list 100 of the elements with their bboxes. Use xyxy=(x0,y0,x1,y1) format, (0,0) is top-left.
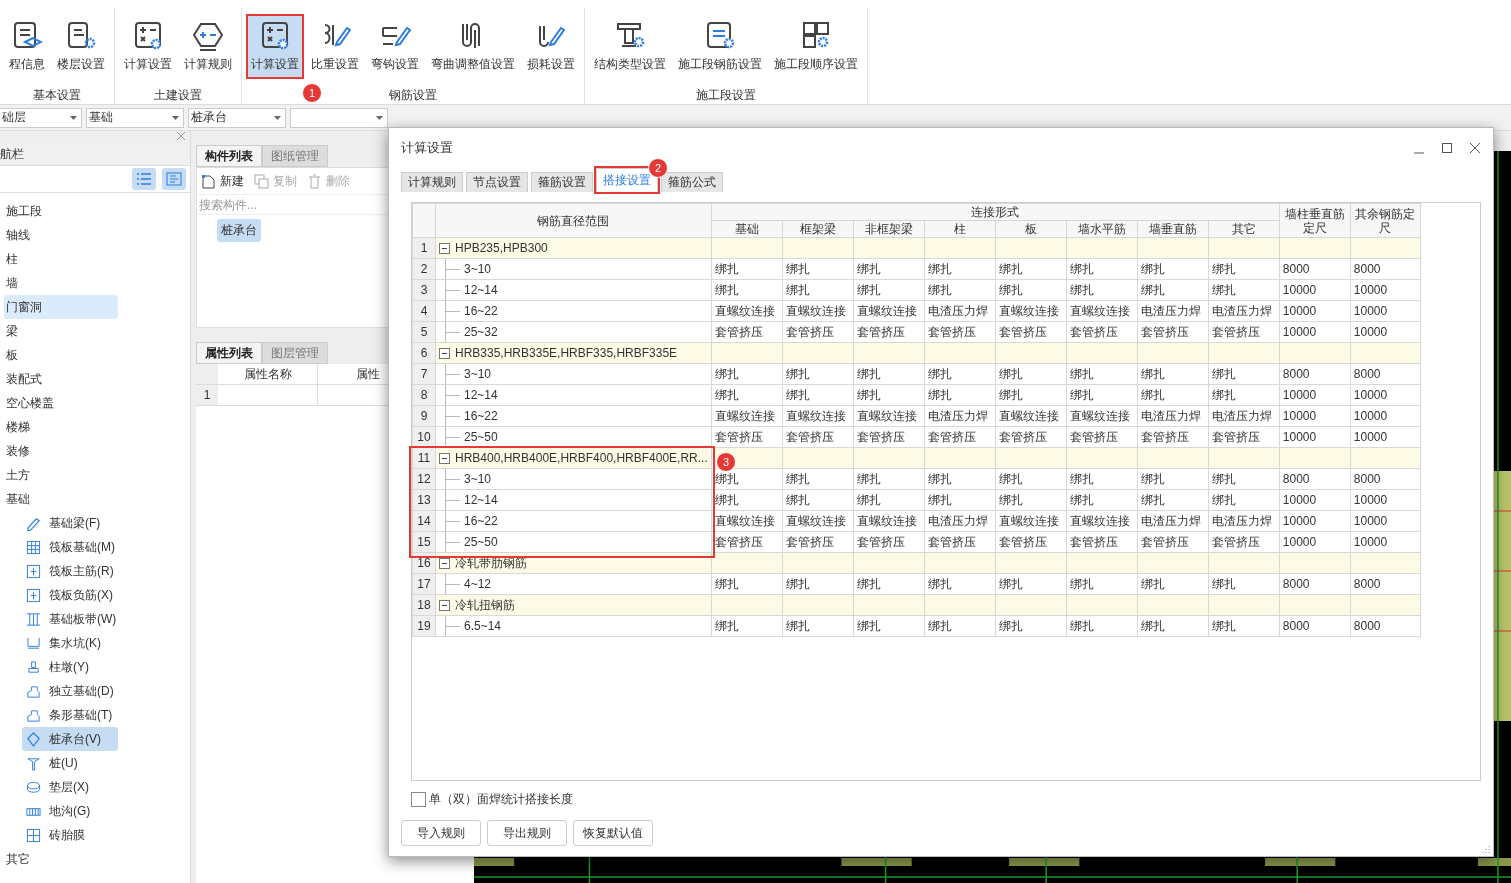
dialog-button[interactable]: 导入规则 xyxy=(401,820,481,846)
collapse-icon[interactable] xyxy=(439,599,450,611)
table-cell: 绑扎 xyxy=(1137,615,1209,637)
toolbar-button[interactable]: 新建 xyxy=(201,172,244,190)
nav-item[interactable]: 门窗洞 xyxy=(4,295,118,319)
table-cell: HRB400,HRB400E,HRBF400,HRBF400E,RR... xyxy=(455,451,708,465)
nav-item[interactable]: 装配式 xyxy=(4,367,114,391)
diamond-icon xyxy=(26,731,41,747)
nav-item[interactable]: 装修 xyxy=(4,439,114,463)
table-cell: 绑扎 xyxy=(1137,384,1209,406)
dialog-tab[interactable]: 箍筋公式 xyxy=(661,172,723,192)
disc-icon xyxy=(26,779,41,795)
nav-item[interactable]: 梁 xyxy=(4,319,114,343)
table-cell: 绑扎 xyxy=(1208,615,1280,637)
ribbon-button[interactable]: 施工段钢筋设置 xyxy=(673,14,767,79)
table-cell: 直螺纹连接 xyxy=(1066,300,1138,322)
table-cell: 绑扎 xyxy=(1208,258,1280,280)
collapse-icon[interactable] xyxy=(439,242,450,254)
table-cell: 绑扎 xyxy=(1066,615,1138,637)
table-cell: 10000 xyxy=(1279,510,1351,532)
table-cell: 8000 xyxy=(1350,258,1421,280)
nav-item[interactable]: 基础 xyxy=(4,487,114,511)
row-number: 10 xyxy=(417,430,431,444)
table-cell: 直螺纹连接 xyxy=(995,300,1067,322)
dialog-tab[interactable]: 节点设置 xyxy=(466,172,528,192)
dialog-button[interactable]: 恢复默认值 xyxy=(573,820,653,846)
dialog-tab[interactable]: 计算规则 xyxy=(401,172,463,192)
collapse-icon[interactable] xyxy=(439,452,450,464)
nav-item[interactable]: 独立基础(D) xyxy=(22,679,118,703)
table-cell: 直螺纹连接 xyxy=(995,405,1067,427)
column-header: 其它 xyxy=(1231,222,1256,236)
table-cell: 套管挤压 xyxy=(711,321,783,343)
nav-item[interactable]: 柱 xyxy=(4,247,114,271)
dialog-button[interactable]: 导出规则 xyxy=(487,820,567,846)
checkbox[interactable]: 单（双）面焊统计搭接长度 xyxy=(411,791,1481,808)
dropdown[interactable]: 基础 xyxy=(86,107,184,128)
nav-item[interactable]: 垫层(X) xyxy=(22,775,118,799)
row-number: 18 xyxy=(417,598,431,612)
ribbon-button[interactable]: 计算设置 xyxy=(246,14,304,79)
dialog-tab[interactable]: 箍筋设置 xyxy=(531,172,593,192)
table-cell: 绑扎 xyxy=(782,363,854,385)
framed-square-icon xyxy=(26,563,41,579)
nav-item[interactable]: 桩承台(V) xyxy=(22,727,118,751)
nav-item[interactable]: 墙 xyxy=(4,271,114,295)
columns-icon xyxy=(26,611,41,627)
row-number: 2 xyxy=(420,262,428,276)
nav-item[interactable]: 基础梁(F) xyxy=(22,511,118,535)
nav-item[interactable]: 砖胎膜 xyxy=(22,823,118,847)
ribbon-button[interactable]: 楼层设置 xyxy=(52,14,110,79)
nav-item[interactable]: 柱墩(Y) xyxy=(22,655,118,679)
ribbon-button[interactable]: 损耗设置 xyxy=(522,14,580,79)
caret-icon xyxy=(172,115,179,120)
collapse-icon[interactable] xyxy=(439,557,450,569)
ribbon-button[interactable]: 计算设置 xyxy=(119,14,177,79)
panel-tab[interactable]: 构件列表 xyxy=(196,145,262,167)
component-item[interactable]: 桩承台 xyxy=(217,219,261,242)
nav-item[interactable]: 楼梯 xyxy=(4,415,114,439)
tree-line xyxy=(445,469,459,489)
table-cell: 8000 xyxy=(1279,468,1351,490)
tree-line xyxy=(445,259,459,279)
nav-item[interactable]: 其它 xyxy=(4,847,114,871)
panel-tab[interactable]: 属性列表 xyxy=(196,342,262,364)
nav-item[interactable]: 筏板负筋(X) xyxy=(22,583,118,607)
nav-item[interactable]: 地沟(G) xyxy=(22,799,118,823)
maximize-icon[interactable] xyxy=(1441,142,1453,154)
ribbon-button[interactable]: 计算规则 xyxy=(179,14,237,79)
ribbon-button[interactable]: 施工段顺序设置 xyxy=(769,14,863,79)
table-cell: 电渣压力焊 xyxy=(1208,300,1280,322)
close-icon[interactable] xyxy=(1469,142,1481,154)
resize-grip-icon[interactable] xyxy=(1482,845,1490,853)
ribbon-button[interactable]: 弯钩设置 xyxy=(366,14,424,79)
nav-item[interactable]: 空心楼盖 xyxy=(4,391,114,415)
panel-tab[interactable]: 图层管理 xyxy=(262,342,328,364)
nav-item[interactable]: 集水坑(K) xyxy=(22,631,118,655)
ribbon-button[interactable]: 结构类型设置 xyxy=(589,14,671,79)
table-cell: HPB235,HPB300 xyxy=(455,241,548,255)
table-cell: 套管挤压 xyxy=(782,531,854,553)
table-cell: 绑扎 xyxy=(924,279,996,301)
row-number: 14 xyxy=(417,514,431,528)
collapse-icon[interactable] xyxy=(439,347,450,359)
nav-item[interactable]: 轴线 xyxy=(4,223,114,247)
dropdown[interactable]: 桩承台 xyxy=(188,107,286,128)
nav-item[interactable]: 施工段 xyxy=(4,199,114,223)
nav-item[interactable]: 板 xyxy=(4,343,114,367)
table-cell: 直螺纹连接 xyxy=(711,300,783,322)
row-number: 13 xyxy=(417,493,431,507)
panel-tab[interactable]: 图纸管理 xyxy=(262,145,328,167)
table-cell: 直螺纹连接 xyxy=(782,510,854,532)
ribbon-button[interactable]: 弯曲调整值设置 xyxy=(426,14,520,79)
nav-item[interactable]: 基础板带(W) xyxy=(22,607,118,631)
nav-item[interactable]: 筏板主筋(R) xyxy=(22,559,118,583)
nav-item[interactable]: 土方 xyxy=(4,463,114,487)
ribbon-button[interactable]: 程信息 xyxy=(4,14,50,79)
dropdown[interactable]: 础层 xyxy=(0,107,82,128)
nav-item[interactable]: 筏板基础(M) xyxy=(22,535,118,559)
table-cell: 绑扎 xyxy=(1066,489,1138,511)
nav-item[interactable]: 桩(U) xyxy=(22,751,118,775)
ribbon-button[interactable]: 比重设置 xyxy=(306,14,364,79)
basin-icon xyxy=(26,635,41,651)
nav-item[interactable]: 条形基础(T) xyxy=(22,703,118,727)
